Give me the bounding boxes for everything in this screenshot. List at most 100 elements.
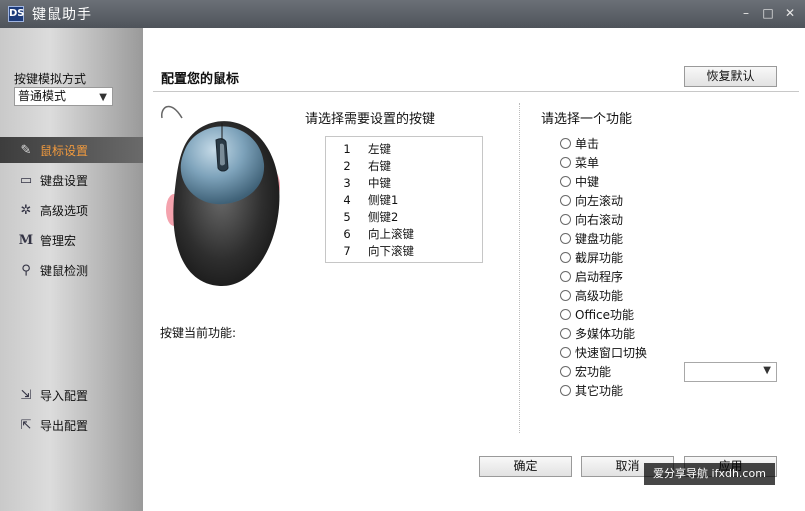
function-option-label: 高级功能 — [575, 289, 624, 303]
mode-select-value: 普通模式 — [18, 89, 67, 103]
function-detail-select[interactable]: ▼ — [684, 362, 777, 382]
function-option-label: 宏功能 — [575, 365, 612, 379]
function-option-label: 启动程序 — [575, 270, 624, 284]
title-divider — [153, 91, 799, 92]
key-name: 右键 — [368, 159, 391, 173]
key-name: 左键 — [368, 142, 391, 156]
key-row-7[interactable]: 7 向下滚键 — [326, 243, 482, 260]
minimize-button[interactable]: – — [739, 6, 753, 20]
sidebar: 按键模拟方式 普通模式 ▼ ✎ 鼠标设置 ▭ 键盘设置 ✲ 高级选项 M 管理宏… — [0, 28, 143, 511]
function-option[interactable]: 菜单 — [560, 153, 647, 172]
function-option-label: 中键 — [575, 175, 600, 189]
key-row-3[interactable]: 3 中键 — [326, 175, 482, 192]
function-option[interactable]: 启动程序 — [560, 267, 647, 286]
function-selection-heading: 请选择一个功能 — [541, 112, 633, 127]
sidebar-item-input-test[interactable]: ⚲ 键鼠检测 — [0, 257, 143, 283]
close-button[interactable]: ✕ — [783, 6, 797, 20]
radio-button[interactable] — [560, 347, 571, 358]
radio-button[interactable] — [560, 366, 571, 377]
sidebar-item-mouse-settings[interactable]: ✎ 鼠标设置 — [0, 137, 143, 163]
window-title: 键鼠助手 — [32, 7, 92, 23]
radio-button[interactable] — [560, 252, 571, 263]
function-option[interactable]: 截屏功能 — [560, 248, 647, 267]
export-config-label: 导出配置 — [40, 418, 89, 433]
window-controls: – □ ✕ — [739, 6, 797, 20]
chevron-down-icon: ▼ — [99, 92, 107, 103]
radio-button[interactable] — [560, 157, 571, 168]
key-index: 3 — [343, 176, 351, 190]
restore-defaults-button[interactable]: 恢复默认 — [684, 66, 777, 87]
key-list[interactable]: 1 左键 2 右键 3 中键 4 侧键1 5 侧键2 6 向上滚键 7 向下滚键 — [325, 136, 483, 263]
key-index: 6 — [343, 227, 351, 241]
radio-button[interactable] — [560, 290, 571, 301]
function-option-label: Office功能 — [575, 308, 635, 322]
key-name: 向下滚键 — [368, 244, 414, 258]
key-name: 向上滚键 — [368, 227, 414, 241]
chevron-down-icon: ▼ — [763, 365, 771, 376]
function-option[interactable]: 向右滚动 — [560, 210, 647, 229]
main-panel: 配置您的鼠标 恢复默认 请选择需要设置的按键 1 左键 2 右键 3 中键 4 … — [143, 28, 805, 511]
key-row-5[interactable]: 5 侧键2 — [326, 209, 482, 226]
function-option[interactable]: 宏功能 — [560, 362, 647, 381]
key-row-4[interactable]: 4 侧键1 — [326, 192, 482, 209]
function-option[interactable]: 高级功能 — [560, 286, 647, 305]
import-config-button[interactable]: ⇲ 导入配置 — [0, 382, 143, 408]
app-icon: DS — [8, 6, 25, 22]
key-row-6[interactable]: 6 向上滚键 — [326, 226, 482, 243]
function-option[interactable]: Office功能 — [560, 305, 647, 324]
key-name: 侧键2 — [368, 210, 399, 224]
key-index: 4 — [343, 193, 351, 207]
mode-select[interactable]: 普通模式 ▼ — [14, 87, 113, 106]
function-option-label: 快速窗口切换 — [575, 346, 648, 360]
sidebar-item-label: 管理宏 — [40, 233, 77, 248]
page-title: 配置您的鼠标 — [161, 72, 240, 87]
key-row-1[interactable]: 1 左键 — [326, 141, 482, 158]
function-option[interactable]: 其它功能 — [560, 381, 647, 400]
radio-button[interactable] — [560, 195, 571, 206]
sidebar-item-label: 键盘设置 — [40, 173, 89, 188]
key-row-2[interactable]: 2 右键 — [326, 158, 482, 175]
function-option[interactable]: 中键 — [560, 172, 647, 191]
export-config-button[interactable]: ⇱ 导出配置 — [0, 412, 143, 438]
sidebar-item-manage-macros[interactable]: M 管理宏 — [0, 227, 143, 253]
ok-button[interactable]: 确定 — [479, 456, 572, 477]
radio-button[interactable] — [560, 271, 571, 282]
function-option-label: 单击 — [575, 137, 600, 151]
function-option[interactable]: 向左滚动 — [560, 191, 647, 210]
radio-button[interactable] — [560, 309, 571, 320]
function-option-label: 截屏功能 — [575, 251, 624, 265]
radio-button[interactable] — [560, 138, 571, 149]
mouse-illustration — [161, 105, 280, 287]
sidebar-item-advanced-options[interactable]: ✲ 高级选项 — [0, 197, 143, 223]
function-option-label: 其它功能 — [575, 384, 624, 398]
watermark: 爱分享导航 ifxdh.com — [644, 463, 775, 485]
maximize-button[interactable]: □ — [761, 6, 775, 20]
key-name: 侧键1 — [368, 193, 399, 207]
function-option-label: 键盘功能 — [575, 232, 624, 246]
sidebar-item-keyboard-settings[interactable]: ▭ 键盘设置 — [0, 167, 143, 193]
import-config-label: 导入配置 — [40, 388, 89, 403]
import-icon: ⇲ — [20, 387, 32, 403]
key-name: 中键 — [368, 176, 391, 190]
mouse-icon: ✎ — [20, 142, 32, 158]
function-option-label: 多媒体功能 — [575, 327, 636, 341]
radio-button[interactable] — [560, 176, 571, 187]
current-function-label: 按键当前功能: — [160, 326, 237, 340]
key-selection-heading: 请选择需要设置的按键 — [305, 112, 436, 127]
macro-icon: M — [18, 232, 34, 248]
function-option[interactable]: 单击 — [560, 134, 647, 153]
key-index: 1 — [343, 142, 351, 156]
key-index: 2 — [343, 159, 351, 173]
key-index: 7 — [343, 244, 351, 258]
function-option[interactable]: 快速窗口切换 — [560, 343, 647, 362]
radio-button[interactable] — [560, 214, 571, 225]
radio-button[interactable] — [560, 328, 571, 339]
function-option[interactable]: 键盘功能 — [560, 229, 647, 248]
sidebar-item-label: 鼠标设置 — [40, 143, 89, 158]
radio-button[interactable] — [560, 233, 571, 244]
function-option-label: 菜单 — [575, 156, 600, 170]
function-option-label: 向左滚动 — [575, 194, 624, 208]
function-option[interactable]: 多媒体功能 — [560, 324, 647, 343]
section-divider — [519, 103, 520, 433]
radio-button[interactable] — [560, 385, 571, 396]
